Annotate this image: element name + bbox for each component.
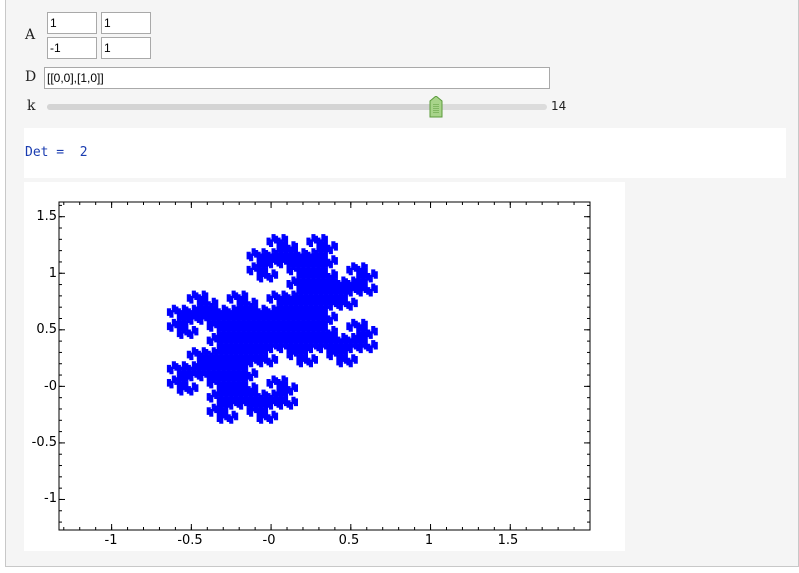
matrix-a-cell-21[interactable]: [47, 37, 97, 59]
matrix-a-label: A: [25, 27, 36, 43]
matrix-a-cell-12[interactable]: [101, 12, 151, 34]
x-tick-label: 1: [424, 533, 434, 548]
k-slider-value: 14: [551, 99, 567, 113]
x-tick-label: -0: [262, 533, 276, 548]
y-tick-label: 0.5: [36, 322, 57, 337]
fractal-plot-area: 1.5 1 0.5 -0 -0.5 -1 -1 -0.5 -0 0.5 1 1.…: [24, 182, 625, 551]
digits-d-label: D: [25, 69, 37, 85]
output-cell: [24, 128, 786, 178]
x-tick-label: 0.5: [338, 533, 360, 548]
y-tick-label: 1: [48, 266, 57, 281]
digits-d-input[interactable]: [44, 67, 550, 89]
y-tick-label: 1.5: [36, 209, 57, 224]
interact-panel: A D k 14 Det = 2 1.5 1 0.5 -0 -0.5 -1 -1…: [5, 0, 799, 567]
x-tick-label: -0.5: [177, 533, 203, 548]
fractal-plot: [58, 201, 591, 531]
k-slider-label: k: [27, 98, 36, 114]
y-tick-label: -0: [44, 379, 57, 394]
matrix-a-cell-22[interactable]: [101, 37, 151, 59]
x-tick-label: 1.5: [497, 533, 519, 548]
k-slider-handle[interactable]: [429, 96, 443, 118]
matrix-a-cell-11[interactable]: [47, 12, 97, 34]
y-tick-label: -1: [44, 491, 57, 506]
determinant-output: Det = 2: [25, 145, 88, 160]
k-slider-fill: [47, 104, 436, 110]
x-tick-label: -1: [104, 533, 118, 548]
k-slider-track[interactable]: [47, 104, 547, 110]
y-tick-label: -0.5: [31, 435, 57, 450]
